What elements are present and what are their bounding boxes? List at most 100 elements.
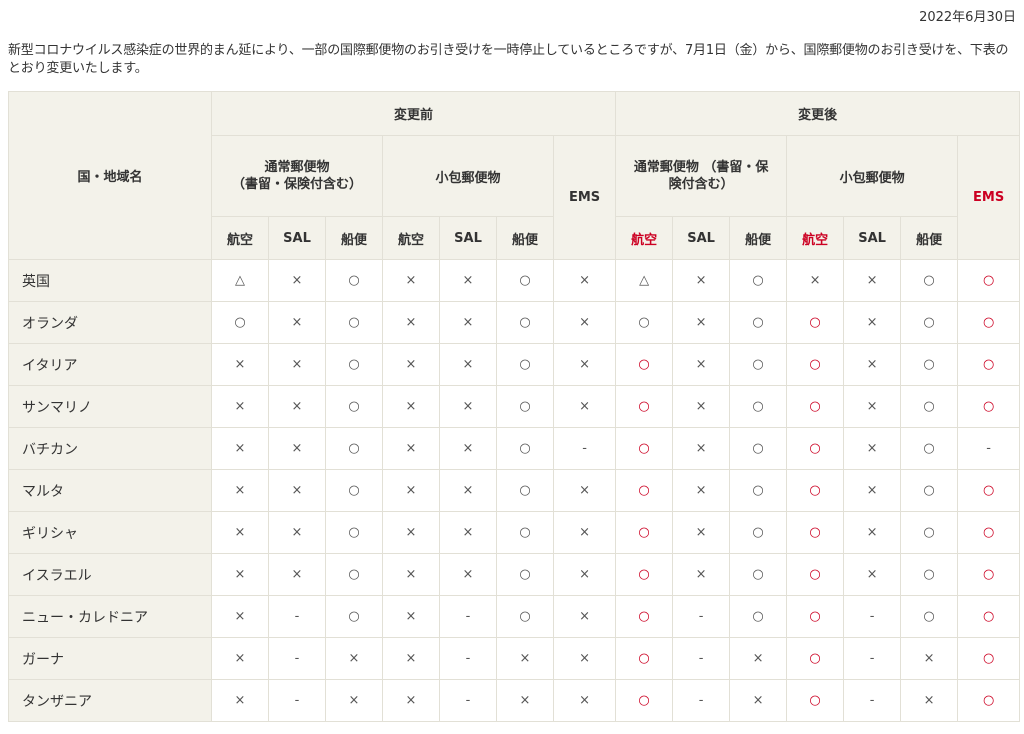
intro-text: 新型コロナウイルス感染症の世界的まん延により、一部の国際郵便物のお引き受けを一時… <box>8 43 1009 76</box>
availability-cell: - <box>672 637 731 680</box>
availability-cell: ○ <box>496 595 554 638</box>
country-name: イスラエル <box>8 553 212 596</box>
availability-cell: × <box>211 637 269 680</box>
availability-cell: ○ <box>325 385 383 428</box>
availability-cell: × <box>552 595 617 638</box>
country-header: 国・地域名 <box>8 91 212 260</box>
availability-cell: - <box>957 427 1021 470</box>
availability-cell: ○ <box>957 637 1021 680</box>
availability-cell: × <box>268 301 326 344</box>
availability-cell: ○ <box>900 595 959 638</box>
availability-cell: ○ <box>900 553 959 596</box>
availability-cell: - <box>439 679 497 722</box>
availability-cell: ○ <box>325 343 383 386</box>
postal-service-table: 国・地域名 変更前 変更後 通常郵便物 （書留・保険付含む） 小包郵便物 EMS… <box>8 91 1021 722</box>
availability-cell: × <box>672 511 731 554</box>
availability-cell: × <box>552 637 617 680</box>
after-ordinary-mail-header: 通常郵便物 （書留・保険付含む） <box>615 135 788 217</box>
availability-cell: - <box>843 679 902 722</box>
availability-cell: - <box>268 595 326 638</box>
availability-cell: ○ <box>729 301 788 344</box>
availability-cell: × <box>843 343 902 386</box>
table-row: ニュー・カレドニア × - ○ × - ○ × ○ - ○ ○ - ○ ○ <box>8 595 1021 638</box>
availability-cell: × <box>439 385 497 428</box>
table-body: 英国 △ × ○ × × ○ × △ × ○ × × ○ ○ オランダ ○ × ○ × × ○ × ○ × ○ ○ × ○ ○ イタリア × ×… <box>8 259 1021 722</box>
availability-cell: ○ <box>957 385 1021 428</box>
availability-cell: ○ <box>900 427 959 470</box>
country-name: ギリシャ <box>8 511 212 554</box>
availability-cell: ○ <box>615 637 674 680</box>
availability-cell: × <box>439 343 497 386</box>
after-packet-sal-header: SAL <box>843 216 902 260</box>
availability-cell: × <box>382 511 440 554</box>
availability-cell: ○ <box>729 469 788 512</box>
after-header: 変更後 <box>615 91 1021 136</box>
availability-cell: × <box>552 511 617 554</box>
availability-cell: × <box>211 511 269 554</box>
availability-cell: ○ <box>957 301 1021 344</box>
country-name: タンザニア <box>8 679 212 722</box>
availability-cell: ○ <box>729 343 788 386</box>
availability-cell: × <box>552 259 617 302</box>
availability-cell: × <box>843 553 902 596</box>
availability-cell: - <box>552 427 617 470</box>
country-name: 英国 <box>8 259 212 302</box>
availability-cell: × <box>382 469 440 512</box>
table-row: マルタ × × ○ × × ○ × ○ × ○ ○ × ○ ○ <box>8 469 1021 512</box>
availability-cell: × <box>672 553 731 596</box>
availability-cell: ○ <box>900 343 959 386</box>
availability-cell: × <box>843 427 902 470</box>
publish-date: 2022年6月30日 <box>919 10 1016 25</box>
before-header: 変更前 <box>210 91 617 136</box>
availability-cell: ○ <box>786 511 845 554</box>
availability-cell: ○ <box>900 385 959 428</box>
availability-cell: × <box>439 469 497 512</box>
availability-cell: ○ <box>900 511 959 554</box>
availability-cell: △ <box>615 259 674 302</box>
availability-cell: ○ <box>325 553 383 596</box>
table-row: 英国 △ × ○ × × ○ × △ × ○ × × ○ ○ <box>8 259 1021 302</box>
availability-cell: ○ <box>325 427 383 470</box>
after-ordinary-air-header: 航空 <box>615 216 674 260</box>
availability-cell: × <box>552 679 617 722</box>
availability-cell: × <box>439 427 497 470</box>
availability-cell: × <box>843 259 902 302</box>
before-ordinary-sea-header: 船便 <box>325 216 383 260</box>
table-row: ギリシャ × × ○ × × ○ × ○ × ○ ○ × ○ ○ <box>8 511 1021 554</box>
availability-cell: × <box>439 553 497 596</box>
availability-cell: × <box>786 259 845 302</box>
availability-cell: ○ <box>325 259 383 302</box>
before-small-packet-header: 小包郵便物 <box>382 135 554 217</box>
country-name: バチカン <box>8 427 212 470</box>
availability-cell: × <box>268 385 326 428</box>
before-packet-air-header: 航空 <box>382 216 440 260</box>
availability-cell: ○ <box>496 385 554 428</box>
availability-cell: ○ <box>615 553 674 596</box>
availability-cell: - <box>439 637 497 680</box>
availability-cell: ○ <box>211 301 269 344</box>
availability-cell: × <box>900 637 959 680</box>
availability-cell: ○ <box>957 259 1021 302</box>
table-row: イスラエル × × ○ × × ○ × ○ × ○ ○ × ○ ○ <box>8 553 1021 596</box>
availability-cell: × <box>729 637 788 680</box>
availability-cell: × <box>268 511 326 554</box>
availability-cell: × <box>268 259 326 302</box>
after-ordinary-sea-header: 船便 <box>729 216 788 260</box>
availability-cell: × <box>211 469 269 512</box>
availability-cell: × <box>382 595 440 638</box>
availability-cell: × <box>382 343 440 386</box>
availability-cell: × <box>268 427 326 470</box>
availability-cell: ○ <box>957 469 1021 512</box>
availability-cell: ○ <box>957 343 1021 386</box>
availability-cell: ○ <box>786 637 845 680</box>
availability-cell: × <box>843 511 902 554</box>
availability-cell: × <box>325 637 383 680</box>
table-row: オランダ ○ × ○ × × ○ × ○ × ○ ○ × ○ ○ <box>8 301 1021 344</box>
availability-cell: × <box>382 637 440 680</box>
before-ems-header: EMS <box>552 135 617 260</box>
availability-cell: × <box>382 427 440 470</box>
availability-cell: ○ <box>786 553 845 596</box>
availability-cell: × <box>211 679 269 722</box>
availability-cell: △ <box>211 259 269 302</box>
availability-cell: × <box>211 553 269 596</box>
